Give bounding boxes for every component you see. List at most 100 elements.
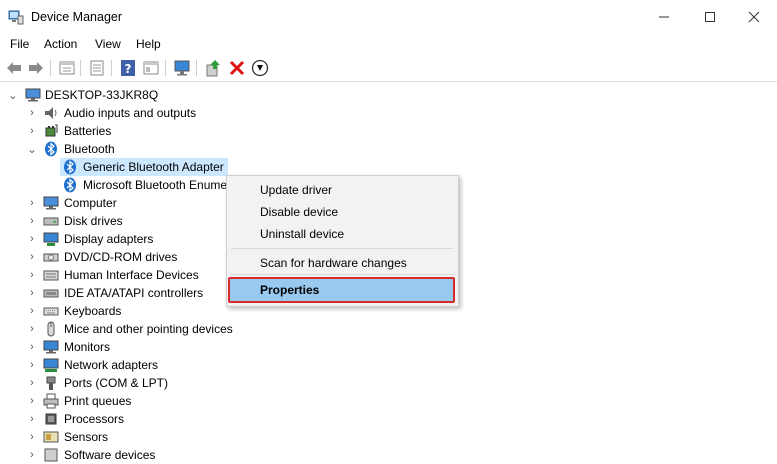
chevron-right-icon[interactable]: › <box>27 122 37 140</box>
tree-item-label: Software devices <box>64 448 156 462</box>
chevron-right-icon[interactable]: › <box>27 248 37 266</box>
minimize-button[interactable] <box>641 0 687 33</box>
update-driver-icon[interactable] <box>204 59 222 77</box>
chevron-right-icon[interactable]: › <box>27 338 37 356</box>
back-arrow-icon[interactable] <box>5 59 23 77</box>
tree-item-label: IDE ATA/ATAPI controllers <box>64 286 204 300</box>
monitor-icon <box>43 340 59 354</box>
context-menu: Update driver Disable device Uninstall d… <box>226 175 459 307</box>
tree-item-label: Batteries <box>64 124 112 138</box>
tree-item-mice[interactable]: › Mice and other pointing devices <box>0 320 300 338</box>
toolbar: ? <box>0 55 777 82</box>
chevron-right-icon[interactable]: › <box>27 284 37 302</box>
tree-item-sensors[interactable]: › Sensors <box>0 428 300 446</box>
tree-item-ports[interactable]: › Ports (COM & LPT) <box>0 374 300 392</box>
monitor-icon[interactable] <box>173 59 191 77</box>
ide-controller-icon <box>43 289 59 298</box>
chevron-right-icon[interactable]: › <box>27 428 37 446</box>
maximize-button[interactable] <box>687 0 733 33</box>
computer-icon <box>43 196 59 210</box>
keyboard-icon <box>43 307 59 316</box>
menu-item-disable-device[interactable]: Disable device <box>260 205 338 219</box>
chevron-down-icon[interactable]: ⌄ <box>27 140 37 158</box>
tree-item-label: Network adapters <box>64 358 159 372</box>
tree-item-batteries[interactable]: › Batteries <box>0 122 300 140</box>
console-tree-icon[interactable] <box>88 59 106 77</box>
chevron-right-icon[interactable]: › <box>27 302 37 320</box>
tree-item-display-adapters[interactable]: › Display adapters <box>0 230 230 248</box>
chevron-right-icon[interactable]: › <box>27 194 37 212</box>
tree-item-processors[interactable]: › Processors <box>0 410 300 428</box>
menu-help[interactable]: Help <box>136 37 161 51</box>
tree-item-label: DVD/CD-ROM drives <box>64 250 178 264</box>
chevron-right-icon[interactable]: › <box>27 230 37 248</box>
chevron-right-icon[interactable]: › <box>27 212 37 230</box>
window-title: Device Manager <box>31 10 123 24</box>
tree-item-software-devices[interactable]: › Software devices <box>0 446 300 464</box>
menu-separator <box>231 274 453 275</box>
tree-item-label: Sensors <box>64 430 109 444</box>
tree-item-label: Computer <box>64 196 117 210</box>
highlight-annotation <box>228 277 455 303</box>
tree-item-bluetooth[interactable]: ⌄ Bluetooth <box>0 140 300 158</box>
bluetooth-icon <box>45 141 57 157</box>
minimize-icon <box>659 16 669 17</box>
uninstall-x-icon[interactable] <box>228 59 246 77</box>
tree-item-dvd-drives[interactable]: › DVD/CD-ROM drives <box>0 248 230 266</box>
chevron-right-icon[interactable]: › <box>27 410 37 428</box>
help-icon[interactable]: ? <box>119 59 137 77</box>
tree-item-label: Print queues <box>64 394 132 408</box>
menu-item-update-driver[interactable]: Update driver <box>260 183 332 197</box>
chevron-right-icon[interactable]: › <box>27 446 37 464</box>
menu-action[interactable]: Action <box>44 37 77 51</box>
tree-item-label: Keyboards <box>64 304 122 318</box>
tree-item-print-queues[interactable]: › Print queues <box>0 392 300 410</box>
tree-item-network-adapters[interactable]: › Network adapters <box>0 356 300 374</box>
sensor-icon <box>43 431 59 443</box>
chevron-right-icon[interactable]: › <box>27 104 37 122</box>
tree-item-hid[interactable]: › Human Interface Devices <box>0 266 230 284</box>
device-manager-icon <box>8 10 24 25</box>
tree-item-label: Bluetooth <box>64 142 115 156</box>
computer-icon <box>25 88 41 102</box>
tree-item-ide-controllers[interactable]: › IDE ATA/ATAPI controllers <box>0 284 230 302</box>
battery-icon <box>45 124 58 137</box>
tree-item-label: Display adapters <box>64 232 154 246</box>
menu-separator <box>231 248 453 249</box>
tree-item-computer[interactable]: › Computer <box>0 194 230 212</box>
hid-icon <box>43 270 59 281</box>
details-icon[interactable] <box>142 59 160 77</box>
tree-item-monitors[interactable]: › Monitors <box>0 338 300 356</box>
tree-item-label: Generic Bluetooth Adapter <box>83 160 224 174</box>
tree-item-label: Human Interface Devices <box>64 268 199 282</box>
chevron-right-icon[interactable]: › <box>27 374 37 392</box>
menu-file[interactable]: File <box>10 37 29 51</box>
menu-view[interactable]: View <box>95 37 121 51</box>
tree-item-label: Audio inputs and outputs <box>64 106 197 120</box>
properties-list-icon[interactable] <box>58 59 76 77</box>
chevron-right-icon[interactable]: › <box>27 266 37 284</box>
menu-bar: File Action View Help <box>0 33 777 54</box>
printer-icon <box>43 393 59 409</box>
title-bar: Device Manager <box>0 0 777 34</box>
tree-item-label: Ports (COM & LPT) <box>64 376 169 390</box>
tree-item-microsoft-bluetooth-enumerator[interactable]: Microsoft Bluetooth Enume <box>0 176 230 194</box>
chevron-right-icon[interactable]: › <box>27 356 37 374</box>
speaker-icon <box>45 107 57 119</box>
tree-item-disk-drives[interactable]: › Disk drives <box>0 212 230 230</box>
tree-item-label: Disk drives <box>64 214 123 228</box>
tree-item-generic-bluetooth-adapter[interactable]: Generic Bluetooth Adapter <box>0 158 300 176</box>
chevron-down-icon[interactable]: ⌄ <box>8 86 18 104</box>
tree-root[interactable]: ⌄ DESKTOP-33JKR8Q <box>0 86 300 104</box>
display-adapter-icon <box>43 232 59 246</box>
forward-arrow-icon[interactable] <box>27 59 45 77</box>
menu-item-uninstall-device[interactable]: Uninstall device <box>260 227 344 241</box>
menu-item-scan-hardware[interactable]: Scan for hardware changes <box>260 256 407 270</box>
scan-download-icon[interactable] <box>251 59 269 77</box>
tree-item-audio[interactable]: › Audio inputs and outputs <box>0 104 300 122</box>
close-button[interactable] <box>731 0 777 33</box>
maximize-icon <box>705 11 715 22</box>
chevron-right-icon[interactable]: › <box>27 320 37 338</box>
chevron-right-icon[interactable]: › <box>27 392 37 410</box>
mouse-icon <box>47 321 55 337</box>
